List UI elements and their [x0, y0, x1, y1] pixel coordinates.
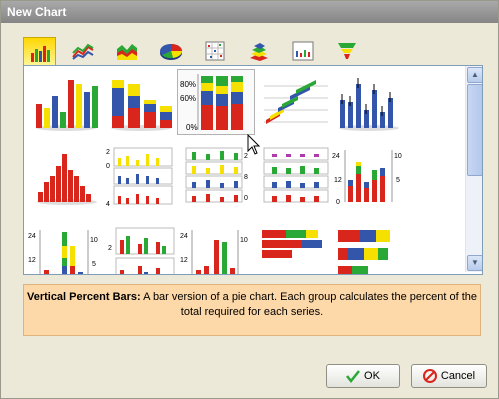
dual-tick-24: 24	[332, 153, 340, 160]
chart-option-3d-horizontal-bars[interactable]	[260, 72, 330, 132]
tab-scatter-chart[interactable]	[199, 37, 230, 65]
tab-funnel-chart[interactable]	[331, 37, 362, 65]
window-title: New Chart	[7, 5, 67, 19]
funnel-chart-icon	[337, 43, 356, 59]
scroll-thumb[interactable]	[467, 84, 482, 176]
combo-tick-12: 12	[28, 257, 36, 264]
dual-tick-12: 12	[334, 177, 342, 184]
area-chart-icon	[116, 44, 137, 60]
small-multiples-thumbnail	[263, 147, 329, 203]
dual-tick-10: 10	[394, 153, 402, 160]
tab-range-chart[interactable]	[287, 37, 318, 65]
tab-stock-chart[interactable]	[243, 37, 274, 65]
pie-chart-icon	[159, 44, 182, 60]
combo-tick-10: 10	[90, 237, 98, 244]
panel-tick-2: 2	[106, 149, 110, 156]
horizontal-percent-thumbnail	[338, 230, 390, 274]
scroll-down-button[interactable]: ▼	[467, 255, 482, 271]
line-chart-icon	[71, 43, 94, 60]
chart-type-tabs	[23, 37, 479, 67]
stock-chart-icon	[249, 43, 268, 61]
cancel-button[interactable]: Cancel	[411, 364, 487, 388]
chart-option-multi-bar-panels[interactable]: 2 0 4	[106, 146, 176, 206]
vertical-bars-thumbnail	[36, 80, 98, 131]
description-text: A bar version of a pie chart. Each group…	[143, 291, 478, 318]
tab-area-chart[interactable]	[111, 37, 142, 65]
y-tick-60: 60%	[180, 94, 196, 103]
mouse-cursor-icon	[247, 134, 261, 155]
chart-option-horizontal-stacked[interactable]	[260, 226, 330, 274]
scatter-chart-icon	[205, 41, 224, 61]
checkmark-icon	[346, 370, 361, 383]
chart-option-dual-axis-stacked[interactable]: 24 12 0 10 5	[332, 146, 408, 206]
chart-option-small-multiples[interactable]	[262, 146, 332, 206]
dual-tick-0: 0	[336, 199, 340, 206]
grid-tick-0: 0	[244, 195, 248, 202]
cancel-icon	[422, 369, 437, 383]
bars-tick-12: 12	[180, 257, 188, 264]
error-bars-thumbnail	[339, 78, 399, 131]
horizontal-stacked-thumbnail	[262, 230, 322, 258]
chart-gallery: 80% 60% 0% 2 0 4 2 8 0 24 12 0 10 5 24 1…	[23, 65, 483, 275]
dual-axis-stacked-thumbnail: 24 12 0 10 5	[332, 150, 402, 206]
chart-option-dual-axis-bars[interactable]: 24 12 10	[180, 226, 254, 274]
description-heading: Vertical Percent Bars:	[26, 291, 141, 303]
y-tick-0: 0%	[186, 123, 198, 132]
panel-tick-0: 0	[106, 163, 110, 170]
chart-option-histogram[interactable]	[32, 146, 102, 206]
chart-option-horizontal-percent[interactable]	[334, 226, 404, 274]
vertical-percent-bars-thumbnail: 80% 60% 0%	[180, 74, 243, 132]
panel-tick-4: 4	[106, 201, 110, 206]
histogram-thumbnail	[37, 154, 97, 205]
paired-tick-2: 2	[108, 245, 112, 252]
ok-button[interactable]: OK	[326, 364, 400, 388]
chart-option-grid-bar-panels[interactable]: 2 8 0	[184, 146, 254, 206]
y-tick-80: 80%	[180, 80, 196, 89]
tab-line-chart[interactable]	[67, 37, 98, 65]
scroll-up-button[interactable]: ▲	[467, 67, 482, 83]
bars-tick-24: 24	[180, 233, 188, 240]
chart-option-error-bars[interactable]	[334, 72, 404, 132]
multi-bar-panels-thumbnail: 2 0 4	[106, 147, 173, 206]
cancel-label: Cancel	[440, 370, 476, 382]
horizontal-3d-bars-thumbnail	[264, 80, 328, 124]
dual-axis-bars-thumbnail: 24 12 10	[180, 230, 248, 274]
chart-option-vertical-percent-bars[interactable]: 80% 60% 0%	[177, 69, 255, 135]
bar-chart-icon	[30, 45, 50, 62]
combo-tick-5: 5	[92, 261, 96, 268]
chart-option-stacked-bars[interactable]	[106, 72, 176, 132]
tab-pie-chart[interactable]	[155, 37, 186, 65]
stacked-bars-thumbnail	[111, 80, 172, 131]
new-chart-dialog: New Chart 80% 60% 0% 2 0 4 2 8 0 24 12 0…	[0, 0, 499, 399]
chart-option-vertical-bars[interactable]	[32, 72, 102, 132]
chart-description: Vertical Percent Bars: A bar version of …	[23, 284, 481, 336]
chart-option-dual-axis-combo[interactable]: 24 12 10 5	[28, 226, 104, 274]
chart-option-paired-panels[interactable]: 2 0	[108, 226, 178, 274]
range-chart-icon	[292, 41, 313, 61]
dual-tick-5: 5	[396, 177, 400, 184]
tab-bar-chart[interactable]	[23, 37, 56, 67]
grid-tick-8: 8	[244, 174, 248, 181]
ok-label: OK	[364, 370, 380, 382]
paired-panels-thumbnail: 2 0	[108, 227, 175, 274]
dual-axis-combo-thumbnail: 24 12 10 5	[28, 230, 98, 274]
title-bar[interactable]: New Chart	[1, 1, 498, 23]
bars-tick-10: 10	[240, 237, 248, 244]
gallery-scrollbar[interactable]: ▲ ▼	[465, 66, 482, 272]
combo-tick-24: 24	[28, 233, 36, 240]
grid-bar-panels-thumbnail: 2 8 0	[185, 147, 248, 203]
